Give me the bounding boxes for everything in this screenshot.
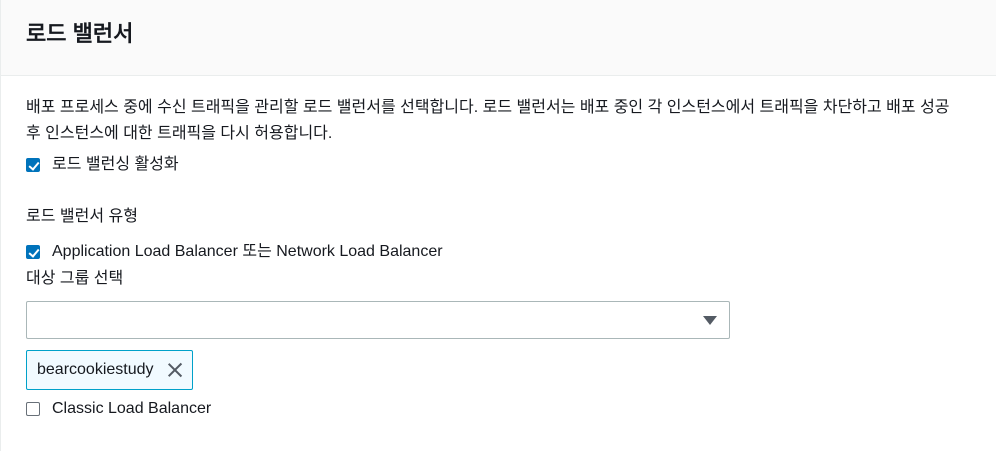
panel-title: 로드 밸런서 xyxy=(26,21,134,46)
classic-load-balancer-checkbox[interactable] xyxy=(26,402,40,416)
target-group-token: bearcookiestudy xyxy=(26,350,193,390)
panel-header: 로드 밸런서 xyxy=(1,0,996,76)
target-group-label: 대상 그룹 선택 xyxy=(26,270,124,287)
caret-down-icon[interactable] xyxy=(703,316,717,325)
classic-load-balancer-label: Classic Load Balancer xyxy=(52,400,212,417)
load-balancer-panel: 로드 밸런서 배포 프로세스 중에 수신 트래픽을 관리할 로드 밸런서를 선택… xyxy=(0,0,996,451)
load-balancer-type-label: 로드 밸런서 유형 xyxy=(26,208,138,225)
panel-body: 배포 프로세스 중에 수신 트래픽을 관리할 로드 밸런서를 선택합니다. 로드… xyxy=(1,76,996,421)
classic-load-balancer-option[interactable]: Classic Load Balancer xyxy=(26,397,971,421)
enable-load-balancing-option[interactable]: 로드 밸런싱 활성화 xyxy=(26,153,971,177)
enable-load-balancing-checkbox[interactable] xyxy=(26,158,40,172)
enable-load-balancing-label: 로드 밸런싱 활성화 xyxy=(52,156,179,173)
target-group-select[interactable] xyxy=(26,301,730,339)
alb-nlb-option[interactable]: Application Load Balancer 또는 Network Loa… xyxy=(26,240,971,264)
token-label: bearcookiestudy xyxy=(37,361,154,378)
close-icon[interactable] xyxy=(168,363,182,377)
alb-nlb-checkbox[interactable] xyxy=(26,245,40,259)
token-list: bearcookiestudy xyxy=(26,350,971,390)
alb-nlb-label: Application Load Balancer 또는 Network Loa… xyxy=(52,243,443,260)
panel-description: 배포 프로세스 중에 수신 트래픽을 관리할 로드 밸런서를 선택합니다. 로드… xyxy=(26,99,950,142)
